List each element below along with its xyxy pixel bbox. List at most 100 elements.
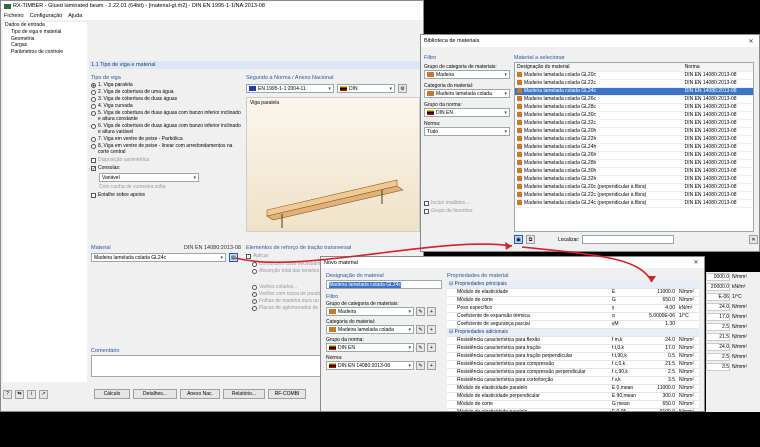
radio-button[interactable] <box>252 306 257 311</box>
nm-norm-add[interactable]: + <box>427 361 436 370</box>
material-row[interactable]: Madeira lamelada colada GL26h DIN EN 1408… <box>515 151 753 160</box>
beam-type-option[interactable]: 1. Viga paralela <box>91 82 241 88</box>
main-prop-value[interactable]: 17.0 <box>706 313 730 321</box>
tree-root[interactable]: Dados de entrada <box>3 22 87 29</box>
material-row[interactable]: Madeira lamelada colada GL24h DIN EN 1408… <box>515 143 753 152</box>
prop-value[interactable]: 11000.0 <box>642 288 677 297</box>
prop-value[interactable]: 17.0 <box>642 344 677 353</box>
beam-type-option[interactable]: 2. Viga de cobertura de uma água <box>91 89 241 95</box>
tree-item-parametros[interactable]: Parâmetros de controle <box>3 49 87 56</box>
radio-button[interactable] <box>91 104 96 109</box>
norm-select[interactable]: EN 1995-1-1:2004-11 ▾ <box>246 84 334 93</box>
consolas-checkbox[interactable]: ✓ <box>91 165 96 171</box>
detalhes-button[interactable]: Detalhes... <box>133 389 177 399</box>
cancel-icon[interactable]: ✕ <box>749 235 758 244</box>
material-row[interactable]: Madeira lamelada colada GL22h DIN EN 1408… <box>515 135 753 144</box>
close-icon[interactable]: ✕ <box>691 259 701 266</box>
menu-ficheiro[interactable]: Ficheiro <box>4 13 24 19</box>
nm-cat-select[interactable]: Madeira lamelada colada ▾ <box>326 325 414 334</box>
beam-type-option[interactable]: 3. Viga de cobertura de duas águas <box>91 96 241 102</box>
lib-invalid-check[interactable]: Incluir inválidos... <box>424 200 512 206</box>
material-row[interactable]: Madeira lamelada colada GL28c DIN EN 1408… <box>515 103 753 112</box>
nm-normgroup-select[interactable]: DIN EN ▾ <box>326 343 414 352</box>
nm-cat-edit[interactable]: ✎ <box>416 325 425 334</box>
radio-button[interactable] <box>91 83 96 88</box>
lib-catgroup-select[interactable]: Madeira ▾ <box>424 70 510 79</box>
radio-button[interactable] <box>91 90 96 95</box>
radio-button[interactable] <box>91 144 96 149</box>
radio-button[interactable] <box>252 262 257 267</box>
main-prop-value[interactable]: 21.5 <box>706 333 730 341</box>
lib-norm-select[interactable]: Tudo ▾ <box>424 127 510 136</box>
props-group[interactable]: ⊟ Propriedades adicionais <box>447 328 699 337</box>
radio-button[interactable] <box>91 124 96 129</box>
prop-value[interactable]: 1.30 <box>642 320 677 329</box>
anexo-button[interactable]: Anexo Nac. <box>180 389 220 399</box>
comment-field[interactable] <box>91 355 327 377</box>
nm-cat-add[interactable]: + <box>427 325 436 334</box>
main-prop-value[interactable]: 2.5 <box>706 323 730 331</box>
export-icon[interactable]: ↗ <box>39 389 48 399</box>
close-icon[interactable]: ✕ <box>746 38 756 45</box>
material-row[interactable]: Madeira lamelada colada GL22c (perpendic… <box>515 191 753 200</box>
calculo-button[interactable]: Cálculo <box>94 389 130 399</box>
prop-value[interactable]: 2.5 <box>642 368 677 377</box>
menu-ajuda[interactable]: Ajuda <box>68 13 82 19</box>
main-prop-value[interactable]: 0000.0 <box>706 273 730 281</box>
material-row[interactable]: Madeira lamelada colada GL20h DIN EN 1408… <box>515 127 753 136</box>
radio-button[interactable] <box>252 292 257 297</box>
radio-button[interactable] <box>252 299 257 304</box>
beam-type-option[interactable]: 5. Viga de cobertura de duas águas com b… <box>91 110 241 122</box>
prop-value[interactable]: 0.5 <box>642 352 677 361</box>
rfcombi-button[interactable]: RF-COMBI <box>268 389 306 399</box>
prop-value[interactable]: 650.0 <box>642 296 677 305</box>
prop-value[interactable]: 4.00 <box>642 304 677 313</box>
main-prop-value[interactable]: 24.0 <box>706 303 730 311</box>
library-button[interactable]: ▤ <box>229 253 238 262</box>
radio-button[interactable] <box>91 137 96 142</box>
material-row[interactable]: Madeira lamelada colada GL20c (perpendic… <box>515 183 753 192</box>
cunha-check[interactable]: Com cunha de cumeeira solta <box>99 184 241 190</box>
lib-normgroup-select[interactable]: DIN EN ▾ <box>424 108 510 117</box>
consolas-select[interactable]: Variável ▾ <box>99 173 199 182</box>
nm-normgroup-edit[interactable]: ✎ <box>416 343 425 352</box>
beam-type-option[interactable]: 6. Viga de cobertura de duas águas com b… <box>91 123 241 135</box>
props-group[interactable]: ⊟ Propriedades principais <box>447 280 699 289</box>
localizar-input[interactable] <box>582 235 675 244</box>
nm-catgroup-edit[interactable]: ✎ <box>416 307 425 316</box>
copy-icon[interactable]: ⧉ <box>526 235 535 244</box>
prop-value[interactable]: 21.5 <box>642 360 677 369</box>
entalhe-checkbox[interactable] <box>91 192 96 198</box>
lib-fav-checkbox[interactable] <box>424 208 429 214</box>
asym-checkbox[interactable] <box>91 157 96 163</box>
beam-type-option[interactable]: 8. Viga em ventre de peixe - linear com … <box>91 143 241 155</box>
aplicar-checkbox[interactable] <box>246 253 251 259</box>
radio-button[interactable] <box>91 111 96 116</box>
main-prop-value[interactable]: 24.0 <box>706 343 730 351</box>
nm-catgroup-select[interactable]: Madeira ▾ <box>326 307 414 316</box>
material-row[interactable]: Madeira lamelada colada GL22c DIN EN 1408… <box>515 79 753 88</box>
asym-check[interactable]: Disposição assimétrica <box>91 157 241 163</box>
units-icon[interactable]: ⇆ <box>15 389 24 399</box>
main-prop-value[interactable]: 2.5 <box>706 353 730 361</box>
prop-value[interactable]: 300.0 <box>642 392 677 401</box>
col-norm-header[interactable]: Norma <box>682 63 753 72</box>
menu-configuracao[interactable]: Configuração <box>30 13 63 19</box>
new-material-button[interactable]: ▣ <box>514 235 523 244</box>
nm-norm-select[interactable]: DIN EN 14080:2013-08 ▾ <box>326 361 414 370</box>
material-row[interactable]: Madeira lamelada colada GL32c DIN EN 1408… <box>515 119 753 128</box>
material-row[interactable]: Madeira lamelada colada GL26c DIN EN 1408… <box>515 95 753 104</box>
lib-invalid-checkbox[interactable] <box>424 200 429 206</box>
relatorio-button[interactable]: Relatório... <box>223 389 265 399</box>
material-row[interactable]: Madeira lamelada colada GL24c DIN EN 1408… <box>515 87 753 96</box>
radio-button[interactable] <box>252 269 257 274</box>
material-select[interactable]: Madeira lamelada colada GL24c ▾ <box>91 253 226 262</box>
entalhe-check[interactable]: Entalhe sobre apoios <box>91 192 241 198</box>
nm-normgroup-add[interactable]: + <box>427 343 436 352</box>
lib-cat-select[interactable]: Madeira lamelada colada ▾ <box>424 89 510 98</box>
col-name-header[interactable]: Designação do material <box>515 63 683 72</box>
material-row[interactable]: Madeira lamelada colada GL24c (perpendic… <box>515 199 753 208</box>
prop-value[interactable]: 3.5 <box>642 376 677 385</box>
lib-fav-check[interactable]: Grupo de favoritos: <box>424 208 512 214</box>
radio-button[interactable] <box>91 97 96 102</box>
